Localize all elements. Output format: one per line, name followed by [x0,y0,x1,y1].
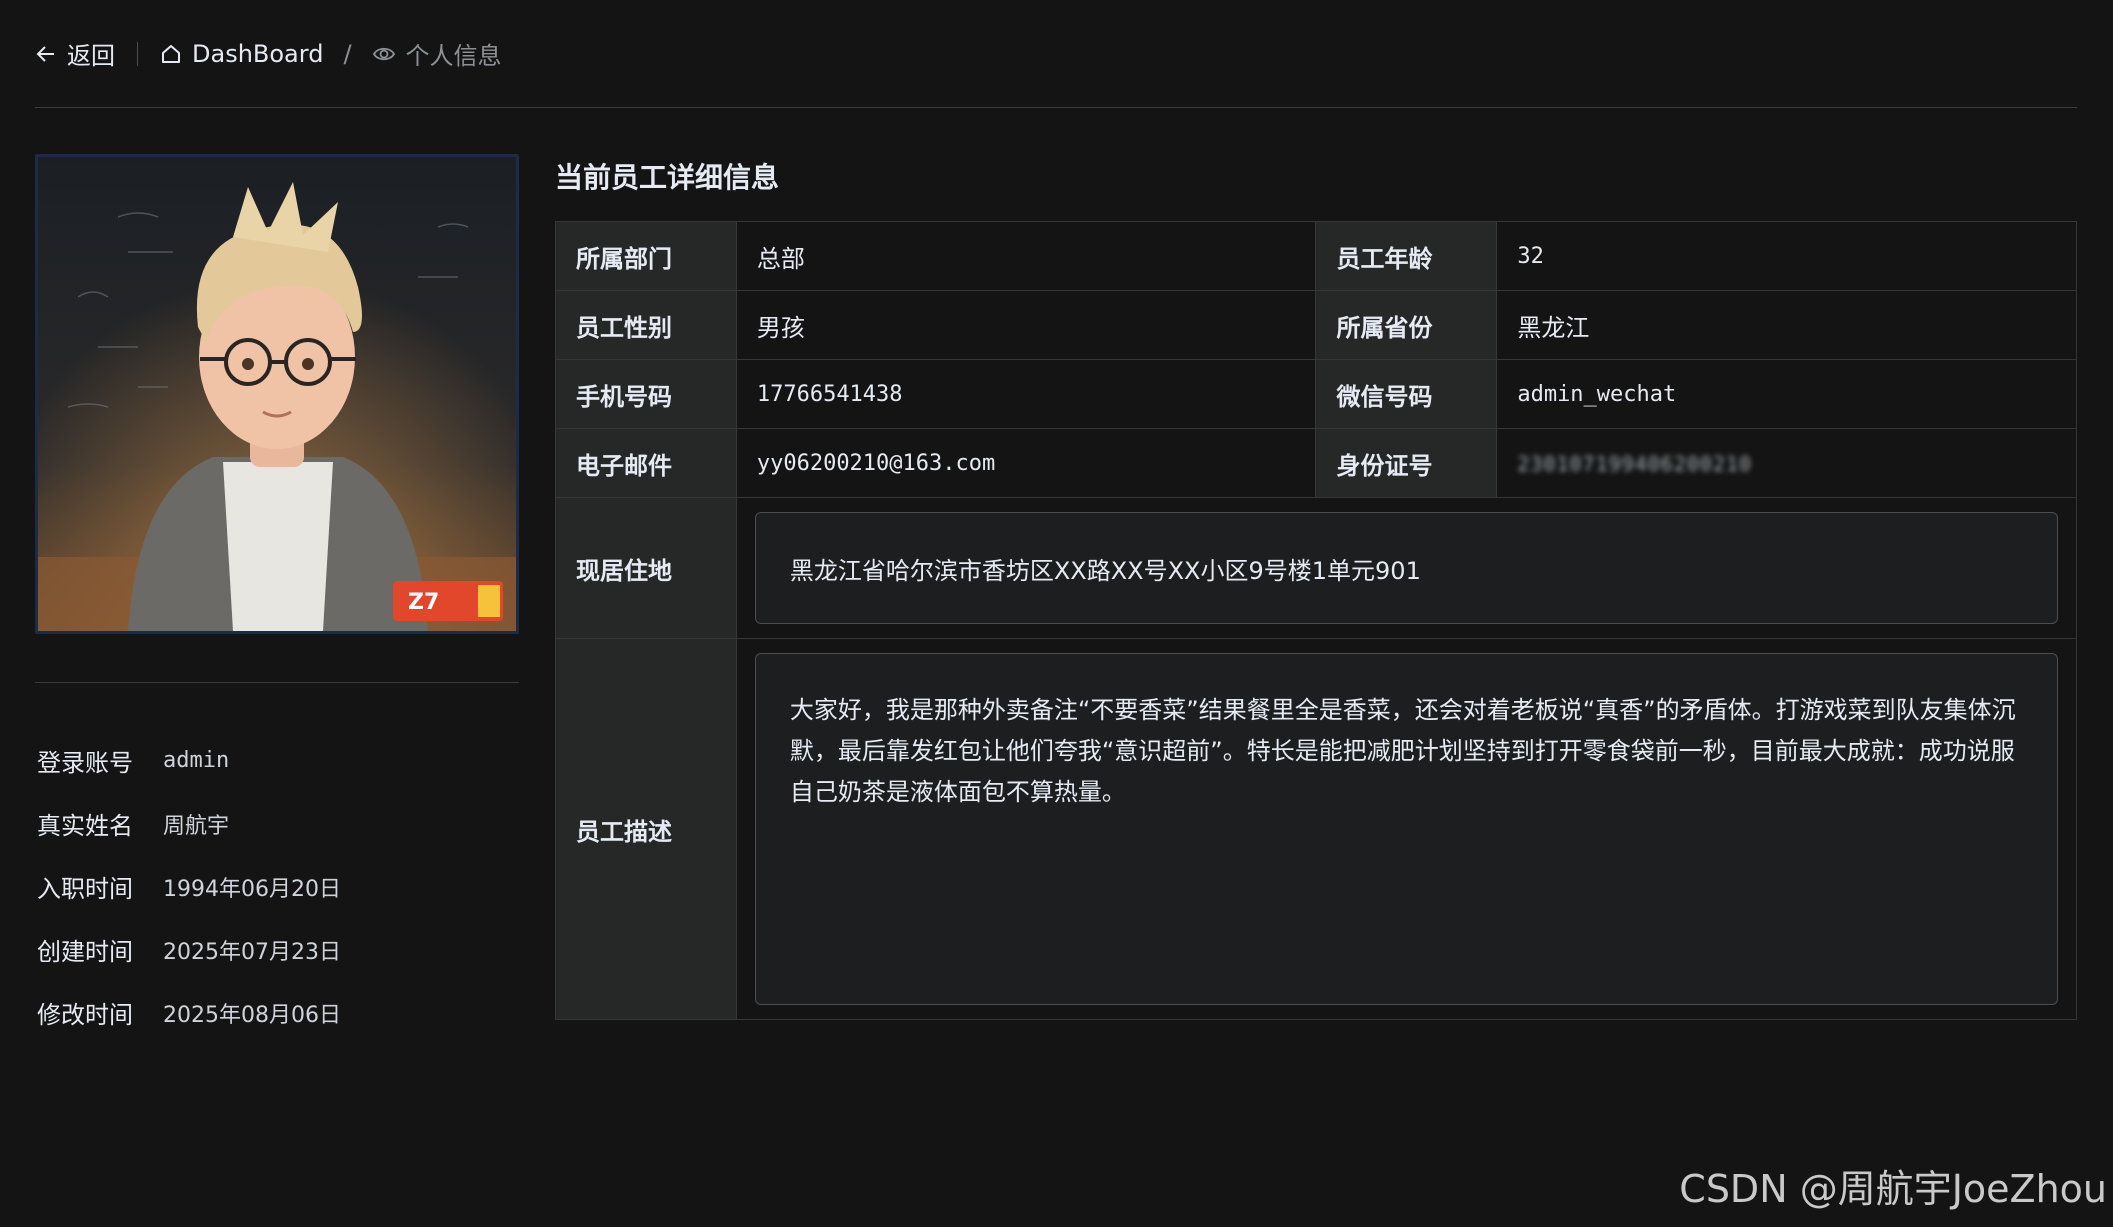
info-value: admin [163,748,230,773]
wechat-label: 微信号码 [1315,359,1498,429]
idcard-label: 身份证号 [1315,428,1498,498]
info-value: 周航宇 [163,813,230,839]
watermark: CSDN @周航宇JoeZhou [1679,1167,2107,1211]
department-value: 总部 [735,221,1317,291]
details-table: 所属部门 总部 员工年龄 32 员工性别 男孩 所属省份 黑龙江 手机号码 17… [555,221,2078,1020]
info-label: 登录账号 [37,749,133,777]
description-label: 员工描述 [555,638,737,1020]
address-label: 现居住地 [555,497,737,639]
info-row-modified: 修改时间 2025年08月06日 [37,981,519,1044]
eye-icon [372,43,396,65]
info-label: 入职时间 [37,875,133,903]
info-value: 1994年06月20日 [163,876,341,902]
table-row: 电子邮件 yy06200210@163.com 身份证号 23010719940… [555,428,2077,498]
email-label: 电子邮件 [555,428,737,498]
address-cell: 黑龙江省哈尔滨市香坊区XX路XX号XX小区9号楼1单元901 [735,497,2078,639]
profile-info-list: 登录账号 admin 真实姓名 周航宇 入职时间 1994年06月20日 创建时… [37,729,519,1044]
back-label: 返回 [67,42,115,70]
phone-label: 手机号码 [555,359,737,429]
table-row: 所属部门 总部 员工年龄 32 [555,221,2077,291]
idcard-cell: 230107199406200210 [1496,428,2077,498]
breadcrumb-current-label: 个人信息 [405,42,502,70]
details-title: 当前员工详细信息 [555,161,780,194]
table-row: 员工描述 大家好，我是那种外卖备注“不要香菜”结果餐里全是香菜，还会对着老板说“… [555,638,2078,1020]
avatar: Z7 [35,154,519,634]
description-cell: 大家好，我是那种外卖备注“不要香菜”结果餐里全是香菜，还会对着老板说“真香”的矛… [735,638,2078,1020]
page-header: 返回 DashBoard / 个人信息 [35,0,2077,108]
age-value: 32 [1496,221,2077,291]
breadcrumb-dashboard-label: DashBoard [192,39,324,68]
gender-value: 男孩 [735,290,1317,360]
idcard-value-blurred: 230107199406200210 [1517,452,1753,476]
header-divider [137,41,138,66]
info-value: 2025年07月23日 [163,939,341,965]
info-label: 修改时间 [37,1001,133,1029]
breadcrumb-separator: / [343,39,352,68]
department-label: 所属部门 [555,221,737,291]
info-row-entry-date: 入职时间 1994年06月20日 [37,855,519,918]
home-icon [160,43,182,65]
province-value: 黑龙江 [1496,290,2077,360]
profile-divider [35,682,519,683]
info-label: 真实姓名 [37,812,133,840]
info-value: 2025年08月06日 [163,1002,341,1028]
email-value: yy06200210@163.com [735,428,1317,498]
wechat-value: admin_wechat [1496,359,2077,429]
back-button[interactable]: 返回 [35,36,115,71]
phone-value: 17766541438 [735,359,1317,429]
province-label: 所属省份 [1315,290,1498,360]
table-row: 手机号码 17766541438 微信号码 admin_wechat [555,359,2077,429]
info-label: 创建时间 [37,938,133,966]
breadcrumb-current: 个人信息 [372,36,502,71]
table-row: 现居住地 黑龙江省哈尔滨市香坊区XX路XX号XX小区9号楼1单元901 [555,497,2078,639]
age-label: 员工年龄 [1315,221,1498,291]
breadcrumb-dashboard[interactable]: DashBoard [160,40,323,68]
table-row: 员工性别 男孩 所属省份 黑龙江 [555,290,2077,360]
info-row-account: 登录账号 admin [37,729,519,792]
svg-text:Z7: Z7 [408,590,439,615]
description-textarea[interactable]: 大家好，我是那种外卖备注“不要香菜”结果餐里全是香菜，还会对着老板说“真香”的矛… [754,653,2058,1005]
arrow-left-icon [35,43,57,65]
gender-label: 员工性别 [555,290,737,360]
address-field[interactable]: 黑龙江省哈尔滨市香坊区XX路XX号XX小区9号楼1单元901 [754,512,2058,624]
info-row-realname: 真实姓名 周航宇 [37,792,519,855]
info-row-created: 创建时间 2025年07月23日 [37,918,519,981]
